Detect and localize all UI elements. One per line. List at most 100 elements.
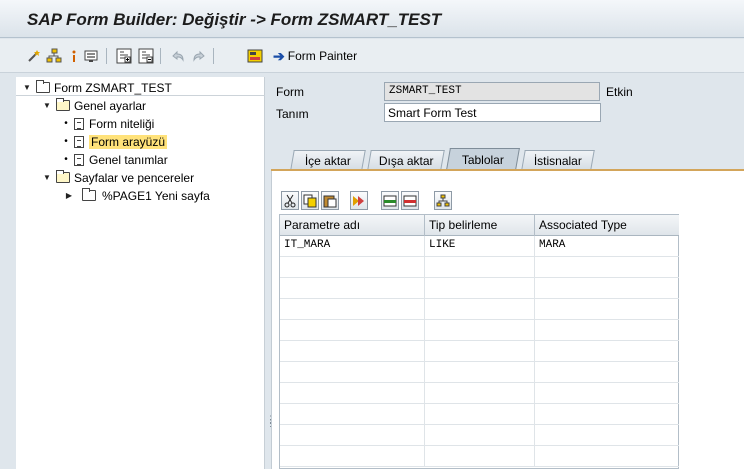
toolbar-separator	[106, 48, 107, 64]
description-field[interactable]: Smart Form Test	[384, 103, 601, 122]
tab-export[interactable]: Dışa aktar	[367, 150, 445, 170]
table-cell-empty[interactable]	[535, 320, 679, 340]
hierarchy-small-icon[interactable]	[434, 191, 452, 210]
table-cell-empty[interactable]	[535, 425, 679, 445]
wand-icon[interactable]	[25, 47, 43, 65]
tree-node-label: Genel ayarlar	[74, 98, 147, 113]
table-cell-empty[interactable]	[280, 404, 425, 424]
paste-icon[interactable]	[321, 191, 339, 210]
tree-node-general-settings[interactable]: ▼ Genel ayarlar	[42, 97, 146, 114]
table-row-empty[interactable]	[280, 257, 679, 278]
append-row-icon[interactable]	[381, 191, 399, 210]
tree-node-label: Genel tanımlar	[89, 152, 168, 167]
table-row-empty[interactable]	[280, 341, 679, 362]
tree-collapse-icon[interactable]	[137, 47, 155, 65]
insert-row-icon[interactable]	[350, 191, 368, 210]
tree-node-pages-windows[interactable]: ▼ Sayfalar ve pencereler	[42, 169, 194, 186]
table-cell-empty[interactable]	[280, 278, 425, 298]
copy-icon[interactable]	[301, 191, 319, 210]
status-text: Etkin	[606, 85, 633, 99]
painter-icon[interactable]	[246, 47, 264, 65]
table-cell-empty[interactable]	[535, 278, 679, 298]
tree-divider	[16, 95, 265, 96]
table-row-empty[interactable]	[280, 446, 679, 467]
cut-icon[interactable]	[281, 191, 299, 210]
table-cell-empty[interactable]	[535, 383, 679, 403]
tree-node-label: Form niteliği	[89, 116, 155, 131]
tab-import[interactable]: İçe aktar	[290, 150, 366, 170]
tab-exceptions[interactable]: İstisnalar	[521, 150, 595, 170]
navigation-tree: ▼ Form ZSMART_TEST ▼ Genel ayarlar • For…	[16, 77, 265, 469]
tree-node-form-attributes[interactable]: • Form niteliği	[63, 115, 154, 132]
display-icon[interactable]	[82, 47, 100, 65]
table-cell-empty[interactable]	[425, 383, 535, 403]
table-cell-empty[interactable]	[425, 404, 535, 424]
parameters-table: Parametre adı Tip belirleme Associated T…	[279, 214, 679, 469]
table-cell-empty[interactable]	[425, 446, 535, 466]
table-cell-empty[interactable]	[425, 299, 535, 319]
table-cell-empty[interactable]	[425, 278, 535, 298]
table-cell-empty[interactable]	[535, 257, 679, 277]
table-row-empty[interactable]	[280, 404, 679, 425]
table-cell[interactable]: LIKE	[425, 236, 535, 256]
table-cell[interactable]: MARA	[535, 236, 679, 256]
form-painter-label: Form Painter	[287, 49, 358, 63]
table-cell-empty[interactable]	[535, 446, 679, 466]
folder-open-icon	[56, 170, 70, 183]
table-cell-empty[interactable]	[425, 257, 535, 277]
table-cell-empty[interactable]	[425, 341, 535, 361]
table-row[interactable]: IT_MARA LIKE MARA	[280, 236, 679, 257]
table-cell-empty[interactable]	[280, 446, 425, 466]
table-cell-empty[interactable]	[535, 341, 679, 361]
table-row-empty[interactable]	[280, 320, 679, 341]
table-cell-empty[interactable]	[280, 257, 425, 277]
tree-node-label: %PAGE1 Yeni sayfa	[102, 188, 210, 203]
folder-icon	[82, 188, 96, 201]
tree-node-global-definitions[interactable]: • Genel tanımlar	[63, 151, 168, 168]
table-cell-empty[interactable]	[425, 320, 535, 340]
table-row-empty[interactable]	[280, 278, 679, 299]
toolbar-separator	[160, 48, 161, 64]
column-header[interactable]: Parametre adı	[280, 215, 425, 236]
delete-row-icon[interactable]	[401, 191, 419, 210]
table-cell-empty[interactable]	[425, 362, 535, 382]
table-cell-empty[interactable]	[280, 320, 425, 340]
table-cell-empty[interactable]	[425, 425, 535, 445]
chevron-right-icon[interactable]: ▶	[64, 191, 74, 200]
table-row-empty[interactable]	[280, 299, 679, 320]
chevron-down-icon[interactable]: ▼	[42, 101, 52, 110]
form-painter-button[interactable]: ➔ Form Painter	[273, 46, 357, 66]
table-cell-empty[interactable]	[535, 404, 679, 424]
column-header[interactable]: Tip belirleme	[425, 215, 535, 236]
table-cell-empty[interactable]	[535, 362, 679, 382]
hierarchy-icon[interactable]	[45, 47, 63, 65]
arrow-right-icon: ➔	[273, 47, 285, 64]
bullet-icon: •	[64, 154, 68, 165]
bullet-icon: •	[64, 136, 68, 147]
table-cell-empty[interactable]	[280, 383, 425, 403]
table-row-empty[interactable]	[280, 362, 679, 383]
column-header[interactable]: Associated Type	[535, 215, 679, 236]
chevron-down-icon[interactable]: ▼	[42, 173, 52, 182]
tree-node-root[interactable]: ▼ Form ZSMART_TEST	[22, 79, 172, 96]
table-cell-empty[interactable]	[280, 425, 425, 445]
application-toolbar: ➔ Form Painter	[0, 39, 744, 73]
table-row-empty[interactable]	[280, 425, 679, 446]
description-label: Tanım	[276, 107, 309, 121]
tab-tables[interactable]: Tablolar	[446, 148, 520, 170]
redo-icon[interactable]	[190, 47, 208, 65]
tree-node-form-interface[interactable]: • Form arayüzü	[63, 133, 168, 150]
table-cell-empty[interactable]	[280, 341, 425, 361]
table-cell-empty[interactable]	[280, 299, 425, 319]
tree-expand-icon[interactable]	[115, 47, 133, 65]
table-cell[interactable]: IT_MARA	[280, 236, 425, 256]
toolbar-separator	[213, 48, 214, 64]
chevron-down-icon[interactable]: ▼	[22, 83, 32, 92]
table-cell-empty[interactable]	[280, 362, 425, 382]
undo-icon[interactable]	[169, 47, 187, 65]
tree-node-label: Sayfalar ve pencereler	[74, 170, 195, 185]
tree-node-page1[interactable]: ▶ %PAGE1 Yeni sayfa	[64, 187, 210, 204]
info-icon[interactable]	[65, 47, 83, 65]
table-cell-empty[interactable]	[535, 299, 679, 319]
table-row-empty[interactable]	[280, 383, 679, 404]
